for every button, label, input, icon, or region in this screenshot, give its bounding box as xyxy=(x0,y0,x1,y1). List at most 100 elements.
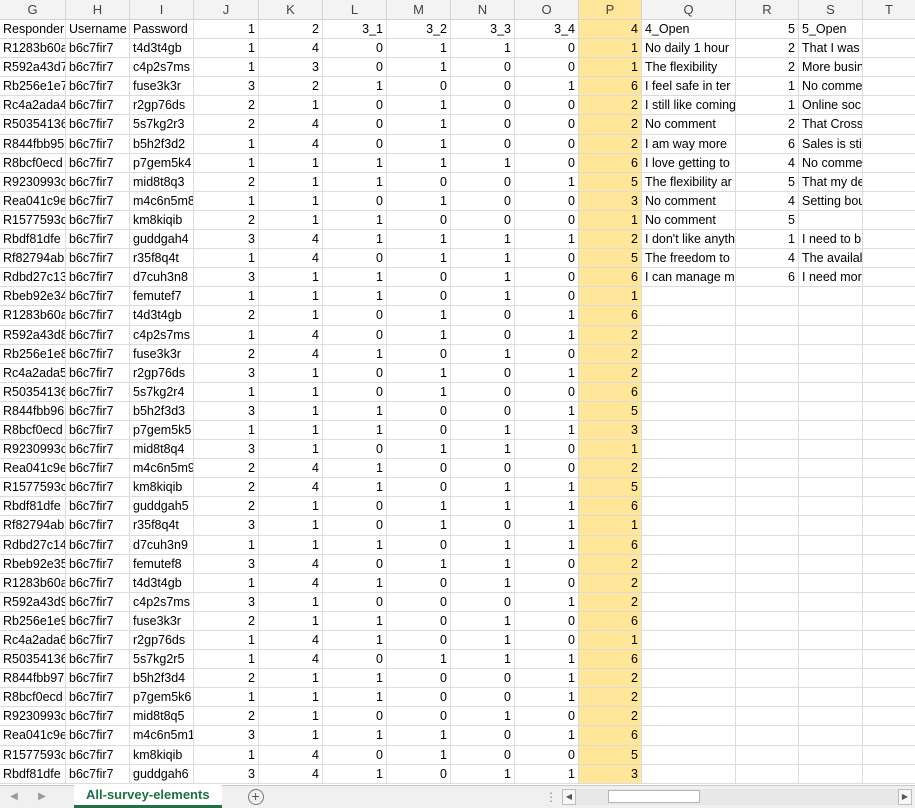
cell-j-25[interactable]: 2 xyxy=(194,478,259,497)
cell-r-30[interactable] xyxy=(736,573,799,592)
cell-s-5[interactable]: Online soc xyxy=(799,96,863,115)
cell-t-24[interactable] xyxy=(863,459,915,477)
cell-t-22[interactable] xyxy=(863,421,915,439)
cell-s-33[interactable] xyxy=(799,631,863,650)
cell-t-31[interactable] xyxy=(863,593,915,611)
cell-m-17[interactable]: 1 xyxy=(387,325,451,344)
cell-o-21[interactable]: 1 xyxy=(515,401,579,420)
cell-q-11[interactable]: No comment xyxy=(642,210,736,230)
cell-t-7[interactable] xyxy=(863,135,915,153)
cell-m-4[interactable]: 0 xyxy=(387,77,451,96)
cell-i-11[interactable]: km8kiqib xyxy=(130,210,194,230)
cell-m-19[interactable]: 1 xyxy=(387,363,451,382)
cell-o-29[interactable]: 0 xyxy=(515,554,579,573)
cell-j-4[interactable]: 3 xyxy=(194,77,259,96)
cell-j-40[interactable]: 3 xyxy=(194,764,259,783)
cell-h-21[interactable]: b6c7fir7 xyxy=(66,401,130,420)
cell-p-8[interactable]: 6 xyxy=(579,153,642,172)
cell-k-29[interactable]: 4 xyxy=(259,554,323,573)
cell-h-2[interactable]: b6c7fir7 xyxy=(66,39,130,58)
cell-l-18[interactable]: 1 xyxy=(323,344,387,363)
cell-m-31[interactable]: 0 xyxy=(387,592,451,611)
cell-g-40[interactable]: Rbdf81dfe xyxy=(0,764,66,783)
cell-i-3[interactable]: c4p2s7ms xyxy=(130,58,194,77)
cell-n-40[interactable]: 1 xyxy=(451,764,515,783)
cell-r-17[interactable] xyxy=(736,325,799,344)
cell-l-30[interactable]: 1 xyxy=(323,573,387,592)
cell-k-12[interactable]: 4 xyxy=(259,230,323,249)
cell-p-39[interactable]: 5 xyxy=(579,745,642,764)
cell-h-5[interactable]: b6c7fir7 xyxy=(66,96,130,115)
cell-m-29[interactable]: 1 xyxy=(387,554,451,573)
cell-i-28[interactable]: d7cuh3n9 xyxy=(130,535,194,554)
cell-r-11[interactable]: 5 xyxy=(736,210,799,230)
cell-m-37[interactable]: 0 xyxy=(387,707,451,726)
cell-g-27[interactable]: Rf82794ab xyxy=(0,516,66,535)
cell-q-20[interactable] xyxy=(642,382,736,401)
cell-q-14[interactable]: I can manage m xyxy=(642,268,736,287)
cell-i-8[interactable]: p7gem5k4 xyxy=(130,153,194,172)
cell-k-20[interactable]: 1 xyxy=(259,382,323,401)
cell-q-36[interactable] xyxy=(642,688,736,707)
cell-l-13[interactable]: 0 xyxy=(323,249,387,268)
cell-q-40[interactable] xyxy=(642,764,736,783)
cell-l-23[interactable]: 0 xyxy=(323,440,387,459)
cell-p-18[interactable]: 2 xyxy=(579,344,642,363)
cell-r-18[interactable] xyxy=(736,344,799,363)
cell-m-8[interactable]: 1 xyxy=(387,153,451,172)
cell-n-19[interactable]: 0 xyxy=(451,363,515,382)
cell-r-2[interactable]: 2 xyxy=(736,39,799,58)
cell-n-7[interactable]: 0 xyxy=(451,134,515,153)
cell-j-26[interactable]: 2 xyxy=(194,497,259,516)
column-header-j[interactable]: J xyxy=(194,0,259,19)
cell-l-26[interactable]: 0 xyxy=(323,497,387,516)
cell-i-13[interactable]: r35f8q4t xyxy=(130,249,194,268)
cell-t-8[interactable] xyxy=(863,154,915,172)
cell-g-6[interactable]: R50354136 xyxy=(0,115,66,134)
cell-p-7[interactable]: 2 xyxy=(579,134,642,153)
cell-p-15[interactable]: 1 xyxy=(579,287,642,306)
triangle-right-icon[interactable]: ▶ xyxy=(28,786,56,808)
cell-i-35[interactable]: b5h2f3d4 xyxy=(130,669,194,688)
cell-s-40[interactable] xyxy=(799,764,863,783)
cell-m-22[interactable]: 0 xyxy=(387,420,451,440)
cell-n-16[interactable]: 0 xyxy=(451,306,515,325)
cell-p-34[interactable]: 6 xyxy=(579,650,642,669)
cell-i-9[interactable]: mid8t8q3 xyxy=(130,172,194,191)
cell-p-36[interactable]: 2 xyxy=(579,688,642,707)
cell-l-37[interactable]: 0 xyxy=(323,707,387,726)
cell-j-37[interactable]: 2 xyxy=(194,707,259,726)
cell-o-33[interactable]: 0 xyxy=(515,631,579,650)
cell-m-7[interactable]: 1 xyxy=(387,134,451,153)
cell-k-18[interactable]: 4 xyxy=(259,344,323,363)
cell-l-28[interactable]: 1 xyxy=(323,535,387,554)
cell-s-8[interactable]: No comme xyxy=(799,153,863,172)
cell-n-9[interactable]: 0 xyxy=(451,172,515,191)
cell-i-36[interactable]: p7gem5k6 xyxy=(130,688,194,707)
cell-h-1[interactable]: Username xyxy=(66,20,130,39)
cell-q-34[interactable] xyxy=(642,650,736,669)
column-header-t[interactable]: T xyxy=(863,0,915,19)
cell-i-16[interactable]: t4d3t4gb xyxy=(130,306,194,325)
cell-l-12[interactable]: 1 xyxy=(323,230,387,249)
scroll-left-icon[interactable]: ◀ xyxy=(562,789,576,805)
cell-q-7[interactable]: I am way more xyxy=(642,134,736,153)
cell-n-22[interactable]: 1 xyxy=(451,420,515,440)
cell-t-38[interactable] xyxy=(863,726,915,744)
cell-n-21[interactable]: 0 xyxy=(451,401,515,420)
cell-t-25[interactable] xyxy=(863,478,915,496)
cell-n-17[interactable]: 0 xyxy=(451,325,515,344)
cell-n-36[interactable]: 0 xyxy=(451,688,515,707)
cell-o-16[interactable]: 1 xyxy=(515,306,579,325)
cell-q-12[interactable]: I don't like anyth xyxy=(642,230,736,249)
cell-k-37[interactable]: 1 xyxy=(259,707,323,726)
cell-r-25[interactable] xyxy=(736,478,799,497)
cell-l-32[interactable]: 1 xyxy=(323,611,387,630)
cell-j-10[interactable]: 1 xyxy=(194,191,259,210)
cell-i-34[interactable]: 5s7kg2r5 xyxy=(130,650,194,669)
cell-m-40[interactable]: 0 xyxy=(387,764,451,783)
cell-q-3[interactable]: The flexibility xyxy=(642,58,736,77)
cell-n-38[interactable]: 0 xyxy=(451,726,515,745)
cell-m-1[interactable]: 3_2 xyxy=(387,20,451,39)
cell-o-27[interactable]: 1 xyxy=(515,516,579,535)
